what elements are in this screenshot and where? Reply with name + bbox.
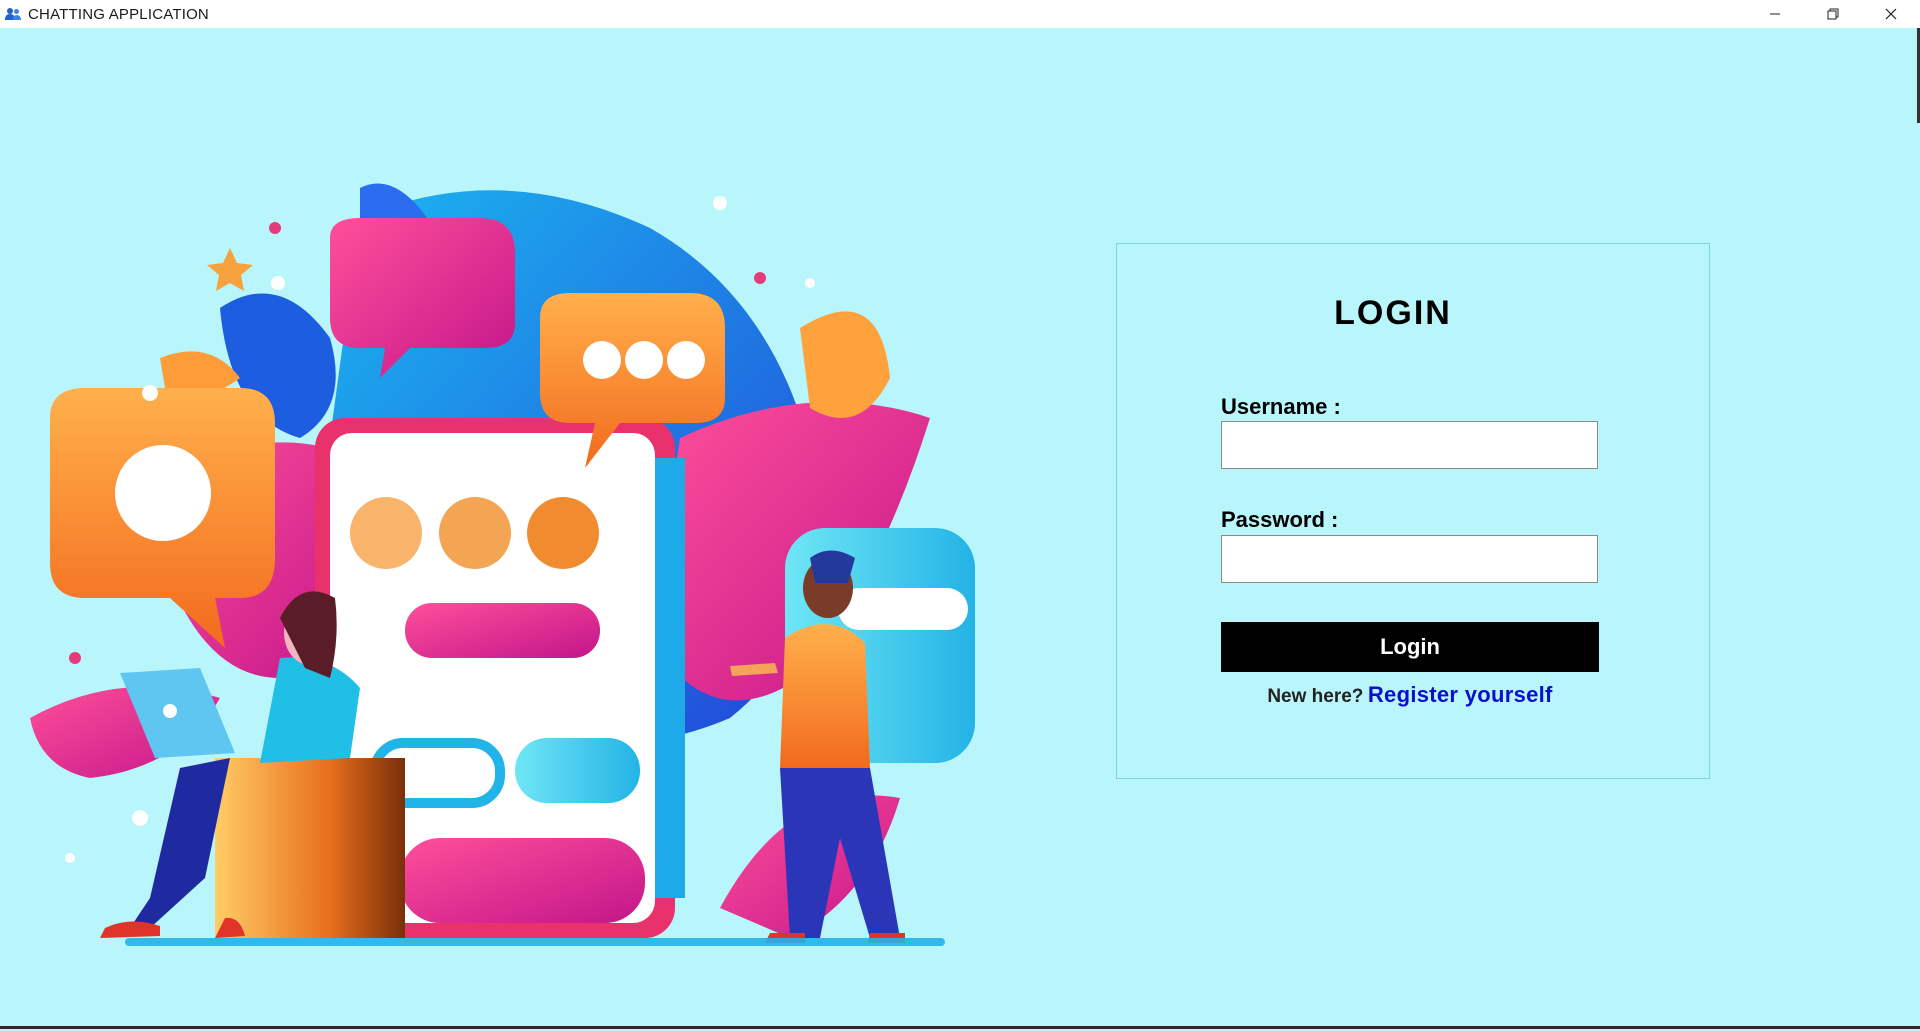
- window-title: CHATTING APPLICATION: [28, 5, 209, 23]
- username-input[interactable]: [1221, 421, 1598, 469]
- window-controls: [1746, 0, 1920, 28]
- new-here-text: New here?: [1267, 686, 1364, 707]
- login-panel: LOGIN Username : Password : Login New he…: [1116, 243, 1710, 779]
- minimize-icon: [1770, 13, 1780, 15]
- minimize-button[interactable]: [1746, 0, 1804, 28]
- login-button[interactable]: Login: [1221, 622, 1599, 672]
- users-icon: [4, 5, 22, 23]
- password-label: Password :: [1221, 507, 1339, 532]
- username-label: Username :: [1221, 394, 1341, 419]
- close-button[interactable]: [1862, 0, 1920, 28]
- title-bar: CHATTING APPLICATION: [0, 0, 1920, 28]
- restore-icon: [1827, 8, 1839, 20]
- register-link[interactable]: Register yourself: [1368, 682, 1553, 707]
- login-title: LOGIN: [1334, 294, 1452, 332]
- register-row: New here? Register yourself: [1221, 682, 1599, 708]
- bottom-border: [0, 1026, 1920, 1029]
- chat-illustration: [30, 183, 975, 946]
- password-input[interactable]: [1221, 535, 1598, 583]
- main-area: LOGIN Username : Password : Login New he…: [0, 28, 1920, 1029]
- restore-button[interactable]: [1804, 0, 1862, 28]
- close-icon: [1885, 8, 1897, 20]
